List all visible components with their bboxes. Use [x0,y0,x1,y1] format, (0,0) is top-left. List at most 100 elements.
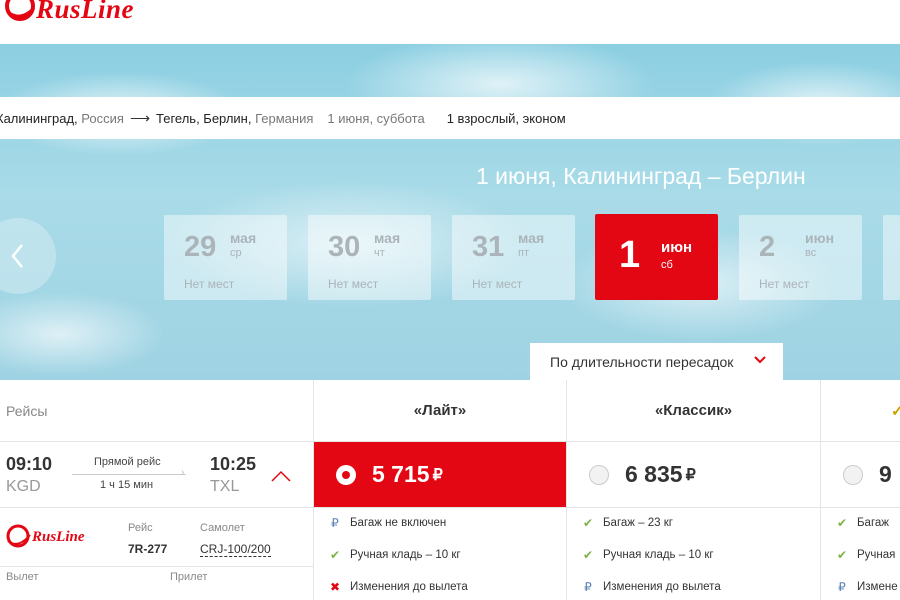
date-weekday: сб [661,259,673,271]
feature-text: Измене [857,581,898,593]
origin-city: Калининград, [0,110,78,126]
feature-text: Ручная кладь – 10 кг [603,549,714,561]
feature-text: Изменения до вылета [350,581,468,593]
flight-summary-row[interactable]: 09:10 KGD Прямой рейс › 1 ч 15 мин 10:25… [0,442,313,508]
third-fare-features: ✔ Багаж ✔ Ручная ₽ Измене [821,508,900,600]
date-card-2[interactable]: 2 июн вс Нет мест [739,215,862,300]
check-icon: ✔ [329,548,341,562]
currency-sign: ₽ [432,466,443,484]
check-icon: ✔ [836,548,848,562]
fare-feature: ✖ Изменения до вылета [328,580,468,594]
ruble-icon: ₽ [584,580,592,594]
results-table: Рейсы «Лайт» «Классик» ✓ 09:10 KGD Прямо… [0,380,900,600]
fare-feature: ₽ Изменения до вылета [581,580,721,594]
brand-name: RusLine [36,0,135,24]
date-status: Нет мест [759,277,810,291]
brand-logo[interactable]: RusLine [0,0,134,26]
date-month: июн [661,239,693,256]
fare-feature: ₽ Измене [835,580,898,594]
date-month: мая [230,230,257,246]
destination-city: Тегель, Берлин, [156,110,252,126]
date-card-next-partial[interactable] [883,215,900,300]
search-date: 1 июня, суббота [327,110,425,126]
destination-country: Германия [255,110,314,126]
feature-text: Багаж [857,517,889,529]
aircraft-type[interactable]: CRJ-100/200 [200,542,271,557]
flight-number: 7R-277 [128,542,168,556]
search-passengers: 1 взрослый, эконом [446,110,566,126]
rusline-bird-icon [6,524,31,548]
fare-feature: ✔ Ручная кладь – 10 кг [581,548,714,562]
check-icon: ✔ [582,548,594,562]
feature-text: Ручная [857,549,896,561]
date-card-31[interactable]: 31 мая пт Нет мест [452,215,575,300]
fare-option-classic[interactable]: 6 835 ₽ [567,442,820,508]
fare-radio-selected[interactable] [336,464,356,485]
rusline-bird-icon [0,0,40,26]
site-header: RusLine [0,0,900,44]
route-title: 1 июня, Калининград – Берлин [476,163,806,189]
fare-feature: ✔ Ручная [835,548,895,562]
feature-text: Багаж – 23 кг [603,517,673,529]
fare-price: 6 835 [625,461,683,487]
arrival-code: TXL [210,478,240,495]
route-line [72,474,186,475]
date-day: 31 [472,231,505,263]
fare-feature: ₽ Багаж не включен [328,516,446,530]
fare-header-classic[interactable]: «Классик» [567,380,820,442]
date-weekday: ср [230,247,242,259]
fare-option-third[interactable]: 9 [821,442,900,508]
flight-number-label: Рейс [128,522,153,534]
sort-dropdown[interactable]: По длительности пересадок [530,343,783,380]
fare-radio[interactable] [589,464,609,485]
chevron-up-icon[interactable] [270,469,292,483]
aircraft-label: Самолет [200,522,245,534]
fare-header-lite[interactable]: «Лайт» [314,380,566,442]
arrival-label: Прилет [170,571,208,583]
flight-details: RusLine Рейс 7R-277 Самолет CRJ-100/200 … [0,508,313,600]
fare-feature: ✔ Багаж [835,516,889,530]
departure-code: KGD [6,478,41,495]
date-month: июн [805,230,835,246]
hero-background [0,44,900,380]
date-weekday: пт [518,247,529,259]
airline-logo: RusLine [4,520,96,554]
fare-option-lite[interactable]: 5 715 ₽ [314,442,566,508]
currency-sign: ₽ [685,466,696,484]
chevron-down-icon [754,356,766,364]
departure-label: Вылет [6,571,39,583]
route-arrow-icon: › [181,467,185,478]
fare-radio[interactable] [843,464,863,485]
ruble-icon: ₽ [838,580,846,594]
date-card-30[interactable]: 30 мая чт Нет мест [308,215,431,300]
search-summary-bar[interactable]: Калининград, Россия ⟶ Тегель, Берлин, Ге… [0,97,900,139]
date-status: Нет мест [328,277,379,291]
date-day: 29 [184,231,217,263]
divider [0,566,313,567]
arrow-right-icon: ⟶ [129,109,151,126]
chevron-left-icon [11,244,23,268]
airline-logo-text: RusLine [32,528,85,545]
date-month: мая [374,230,401,246]
fare-feature: ✔ Багаж – 23 кг [581,516,673,530]
date-status: Нет мест [472,277,523,291]
flight-duration: 1 ч 15 мин [100,479,154,491]
arrival-time: 10:25 [210,454,257,474]
fare-price: 9 [879,461,892,487]
sort-label: По длительности пересадок [550,353,734,370]
feature-text: Ручная кладь – 10 кг [350,549,461,561]
date-status: Нет мест [184,277,235,291]
fare-feature: ✔ Ручная кладь – 10 кг [328,548,461,562]
date-month: мая [518,230,545,246]
feature-text: Багаж не включен [350,517,447,529]
departure-time: 09:10 [6,454,53,474]
date-card-29[interactable]: 29 мая ср Нет мест [164,215,287,300]
fare-header-third[interactable]: ✓ [821,380,900,442]
date-card-1-selected[interactable]: 1 июн сб [595,214,718,300]
flight-type: Прямой рейс [94,456,161,468]
date-day: 2 [759,231,776,263]
check-icon: ✔ [582,516,594,530]
cross-icon: ✖ [329,580,341,594]
date-weekday: вс [805,247,817,259]
check-icon: ✔ [836,516,848,530]
